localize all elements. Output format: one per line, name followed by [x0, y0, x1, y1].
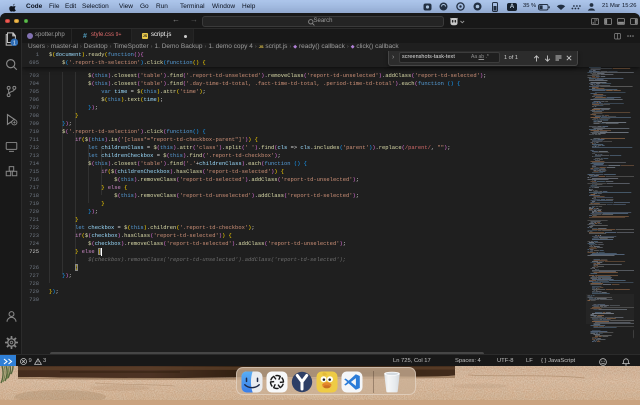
svg-text:1: 1 — [13, 40, 16, 46]
